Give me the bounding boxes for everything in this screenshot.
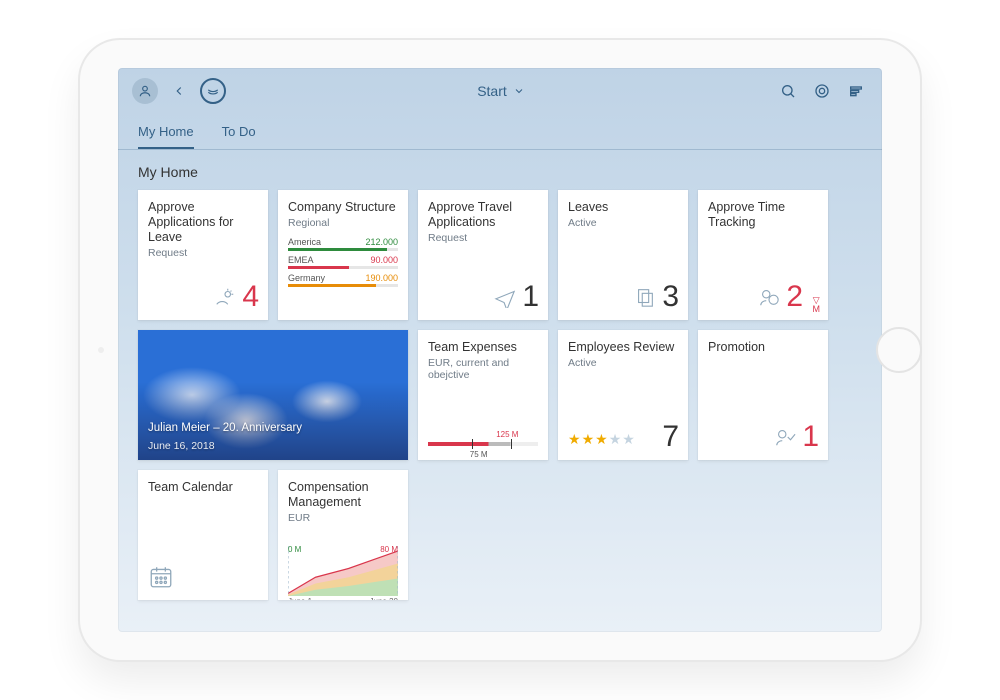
person-check-icon [774, 426, 796, 448]
tile-title: Julian Meier – 20. Anniversary [148, 422, 302, 434]
tile-approve-time[interactable]: Approve Time Tracking 2 ▽ M [698, 190, 828, 320]
tile-title: Team Expenses [428, 340, 538, 355]
tile-team-calendar[interactable]: Team Calendar [138, 470, 268, 600]
tile-subtitle: Regional [288, 217, 398, 229]
tablet-home-button[interactable] [876, 327, 922, 373]
tile-leaves[interactable]: Leaves Active 3 [558, 190, 688, 320]
person-icon [138, 84, 152, 98]
tile-subtitle: EUR, current and obejctive [428, 357, 538, 381]
tile-approve-travel[interactable]: Approve Travel Applications Request 1 [418, 190, 548, 320]
tile-promotion[interactable]: Promotion 1 [698, 330, 828, 460]
app-screen: Start My Home To Do My H [118, 68, 882, 632]
tile-kpi: 4 [242, 280, 258, 314]
copilot-icon[interactable] [810, 79, 834, 103]
sun-icon [214, 286, 236, 308]
tab-my-home[interactable]: My Home [138, 114, 194, 149]
product-logo[interactable] [200, 78, 226, 104]
approvals-icon [758, 286, 780, 308]
area-chart: 0 M 80 M June 1 June 30 [288, 546, 398, 596]
tile-employees-review[interactable]: Employees Review Active ★★★★★ 7 [558, 330, 688, 460]
shell-header: Start [118, 68, 882, 114]
chevron-down-icon [513, 85, 525, 97]
tile-title: Promotion [708, 340, 818, 355]
tile-title: Leaves [568, 200, 678, 215]
tile-title: Team Calendar [148, 480, 258, 495]
tile-subtitle: EUR [288, 512, 398, 524]
tile-compensation-mgmt[interactable]: Compensation Management EUR 0 M 80 M Jun… [278, 470, 408, 600]
trend-indicator: ▽ M [813, 296, 821, 314]
nav-title: Start [477, 83, 507, 99]
back-icon[interactable] [168, 80, 190, 102]
tile-title: Employees Review [568, 340, 678, 355]
notifications-icon[interactable] [844, 79, 868, 103]
tile-company-structure[interactable]: Company Structure Regional America212.00… [278, 190, 408, 320]
tile-title: Company Structure [288, 200, 398, 215]
bullet-chart: 125 M 75 M [428, 442, 538, 446]
tile-anniversary[interactable]: Julian Meier – 20. Anniversary June 16, … [138, 330, 408, 460]
calendar-icon [148, 564, 174, 590]
tile-kpi: 2 [786, 280, 802, 314]
tile-kpi: 1 [522, 280, 538, 314]
rating-stars: ★★★★★ [568, 431, 635, 448]
document-icon [634, 286, 656, 308]
tile-kpi: 1 [802, 420, 818, 454]
tile-subtitle: Active [568, 217, 678, 229]
plane-icon [494, 286, 516, 308]
comparison-chart: America212.000 EMEA90.000 Germany190.000 [288, 237, 398, 287]
tile-kpi: 3 [662, 280, 678, 314]
tablet-frame: Start My Home To Do My H [80, 40, 920, 660]
tab-to-do[interactable]: To Do [222, 114, 256, 149]
search-icon[interactable] [776, 79, 800, 103]
tile-subtitle: Active [568, 357, 678, 369]
tile-subtitle: Request [148, 247, 258, 259]
tile-kpi: 7 [662, 420, 678, 454]
tile-title: Compensation Management [288, 480, 398, 510]
group-title: My Home [118, 150, 882, 190]
nav-menu-button[interactable]: Start [236, 83, 766, 99]
anchor-tab-bar: My Home To Do [118, 114, 882, 150]
user-avatar[interactable] [132, 78, 158, 104]
tile-subtitle: Request [428, 232, 538, 244]
tile-title: Approve Travel Applications [428, 200, 538, 230]
tile-approve-leave[interactable]: Approve Applications for Leave Request 4 [138, 190, 268, 320]
tile-team-expenses[interactable]: Team Expenses EUR, current and obejctive… [418, 330, 548, 460]
tile-title: Approve Applications for Leave [148, 200, 258, 245]
tile-title: Approve Time Tracking [708, 200, 818, 230]
tile-grid: Approve Applications for Leave Request 4… [118, 190, 882, 620]
tile-date: June 16, 2018 [148, 440, 302, 452]
